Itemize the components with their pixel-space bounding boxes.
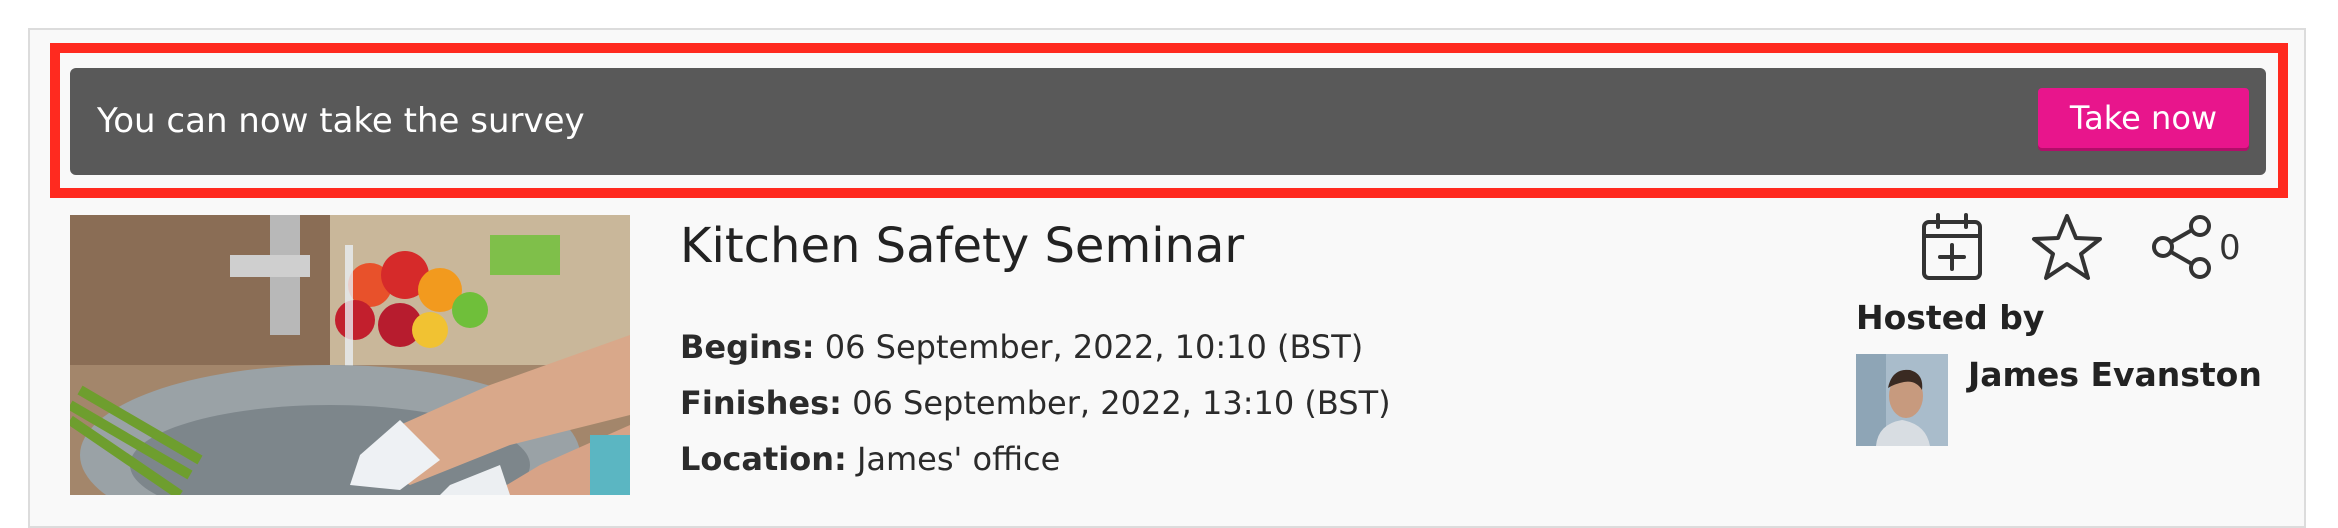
begins-label: Begins: <box>680 328 815 366</box>
location-label: Location: <box>680 440 847 478</box>
star-icon[interactable] <box>2030 212 2104 284</box>
event-begins: Begins: 06 September, 2022, 10:10 (BST) <box>680 328 1363 366</box>
begins-value: 06 September, 2022, 10:10 (BST) <box>824 328 1364 366</box>
host-name[interactable]: James Evanston <box>1968 355 2262 394</box>
survey-banner: You can now take the survey Take now <box>70 68 2266 175</box>
avatar-graphic <box>1856 354 1948 446</box>
event-title: Kitchen Safety Seminar <box>680 218 1245 274</box>
event-location: Location: James' office <box>680 440 1060 478</box>
avatar <box>1856 354 1948 446</box>
hosted-by-heading: Hosted by <box>1856 298 2045 337</box>
share-icon[interactable] <box>2150 214 2214 280</box>
event-image <box>70 215 630 495</box>
event-image-graphic <box>70 215 630 495</box>
survey-banner-message: You can now take the survey <box>97 101 585 141</box>
finishes-value: 06 September, 2022, 13:10 (BST) <box>852 384 1391 422</box>
take-now-button[interactable]: Take now <box>2038 88 2249 148</box>
calendar-add-icon[interactable] <box>1920 212 1984 282</box>
share-count: 0 <box>2219 228 2241 268</box>
event-finishes: Finishes: 06 September, 2022, 13:10 (BST… <box>680 384 1391 422</box>
finishes-label: Finishes: <box>680 384 842 422</box>
location-value: James' office <box>856 440 1061 478</box>
